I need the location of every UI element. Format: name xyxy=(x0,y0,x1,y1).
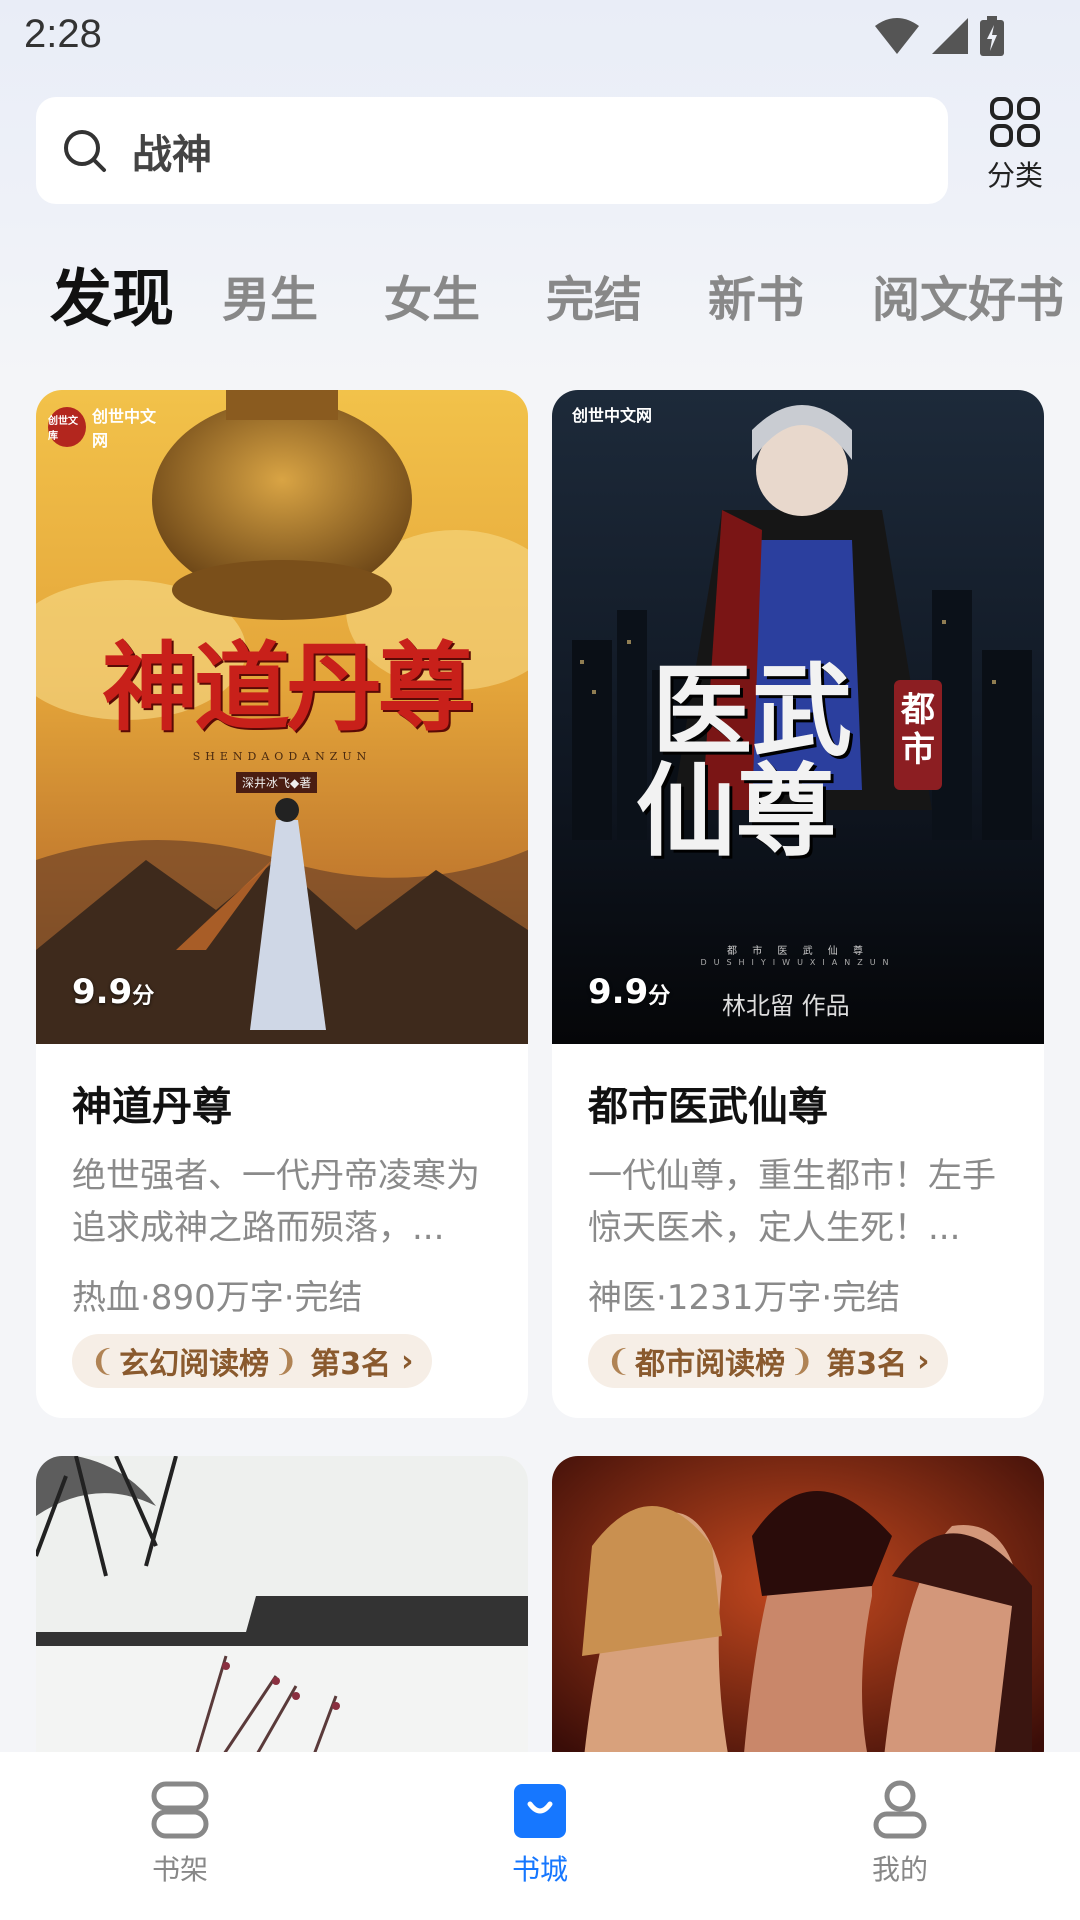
grid-icon xyxy=(990,97,1040,147)
profile-icon xyxy=(873,1780,927,1839)
tab-female[interactable]: 女生 xyxy=(384,260,480,330)
nav-label: 书城 xyxy=(511,1853,568,1886)
score-unit: 分 xyxy=(132,984,155,1009)
cover-author: 林北留 作品 xyxy=(722,992,850,1020)
book-card[interactable] xyxy=(552,1456,1044,1776)
laurel-left-icon: ❨ xyxy=(606,1343,632,1379)
book-description: 绝世强者、一代丹帝凌寒为追求成神之路而殒落，... xyxy=(72,1156,480,1248)
tab-male[interactable]: 男生 xyxy=(222,260,318,330)
cover-subtitle: 都 市 医 武 仙 尊 xyxy=(727,946,869,957)
score-badge: 9.9分 xyxy=(588,972,670,1012)
nav-store[interactable]: 书城 xyxy=(470,1780,610,1888)
cover-pinyin: DUSHIYIWUXIANZUN xyxy=(700,958,896,967)
book-card[interactable] xyxy=(36,1456,528,1776)
cover-title-art: 神道丹尊 xyxy=(102,631,474,744)
book-meta: 热血·890万字·完结 xyxy=(72,1278,363,1318)
store-bag-icon xyxy=(514,1784,566,1838)
battery-charging-icon xyxy=(980,16,1004,56)
nav-bookshelf[interactable]: 书架 xyxy=(110,1780,250,1888)
book-card[interactable]: 创世中文网 医武 仙尊 都市 都 市 医 武 仙 尊 DUSHIYIWUXIAN… xyxy=(552,390,1044,1418)
rank-list-name: 都市阅读榜 xyxy=(635,1347,786,1382)
rank-badge[interactable]: ❨ 都市阅读榜 ❩ 第3名 › xyxy=(588,1334,948,1388)
search-input[interactable]: 战神 xyxy=(36,97,948,204)
category-button[interactable]: 分类 xyxy=(978,96,1052,206)
book-card[interactable]: 创世文库 创世中文网 神道丹尊 SHENDAODANZUN 深井冰飞◆著 9.9… xyxy=(36,390,528,1418)
nav-label: 书架 xyxy=(151,1853,208,1886)
tab-completed[interactable]: 完结 xyxy=(546,260,642,330)
status-icons xyxy=(874,16,1004,56)
search-icon xyxy=(64,129,106,172)
book-title[interactable]: 都市医武仙尊 xyxy=(588,1074,828,1132)
cover-title-art-2: 仙尊 xyxy=(636,752,836,870)
score-value: 9.9 xyxy=(72,972,133,1012)
rank-badge[interactable]: ❨ 玄幻阅读榜 ❩ 第3名 › xyxy=(72,1334,432,1388)
book-cover-art-3 xyxy=(36,1456,528,1776)
laurel-right-icon: ❩ xyxy=(789,1343,815,1379)
rank-list-name: 玄幻阅读榜 xyxy=(119,1347,270,1382)
cover-side-text: 创世文库 xyxy=(48,407,86,447)
cover-logo: 创世中文网 xyxy=(92,407,157,450)
status-bar: 2:28 xyxy=(0,0,1080,78)
tab-new-books[interactable]: 新书 xyxy=(708,260,804,330)
book-meta: 神医·1231万字·完结 xyxy=(588,1278,901,1318)
book-title[interactable]: 神道丹尊 xyxy=(72,1074,232,1132)
book-cover[interactable]: 创世中文网 医武 仙尊 都市 都 市 医 武 仙 尊 DUSHIYIWUXIAN… xyxy=(552,390,1044,1044)
cover-logo: 创世中文网 xyxy=(572,406,653,425)
rank-position: 第3名 xyxy=(826,1347,908,1382)
wifi-icon xyxy=(875,18,919,54)
chevron-right-icon: › xyxy=(917,1343,930,1379)
cover-author: 深井冰飞◆著 xyxy=(236,772,318,793)
cover-tag: 都市 xyxy=(901,690,935,770)
rank-position: 第3名 xyxy=(310,1347,392,1382)
book-cover-art-4 xyxy=(552,1456,1044,1776)
tab-bar: 发现 男生 女生 完结 新书 阅文好书 xyxy=(0,244,1080,335)
laurel-left-icon: ❨ xyxy=(90,1343,116,1379)
book-description: 一代仙尊，重生都市！左手惊天医术，定人生死！... xyxy=(588,1156,996,1248)
category-label: 分类 xyxy=(986,159,1043,192)
status-time: 2:28 xyxy=(24,12,102,56)
cover-pinyin: SHENDAODANZUN xyxy=(192,750,372,763)
signal-icon xyxy=(932,18,968,54)
score-value: 9.9 xyxy=(588,972,649,1012)
chevron-right-icon: › xyxy=(401,1343,414,1379)
tab-discover[interactable]: 发现 xyxy=(50,248,174,338)
tab-good-books[interactable]: 阅文好书 xyxy=(872,260,1064,330)
search-placeholder: 战神 xyxy=(132,131,212,178)
nav-profile[interactable]: 我的 xyxy=(830,1780,970,1888)
score-badge: 9.9分 xyxy=(72,972,154,1012)
bottom-navigation: 书架 书城 我的 xyxy=(0,1752,1080,1920)
bookshelf-icon xyxy=(151,1781,209,1839)
nav-label: 我的 xyxy=(871,1853,928,1886)
book-cover[interactable]: 创世文库 创世中文网 神道丹尊 SHENDAODANZUN 深井冰飞◆著 9.9… xyxy=(36,390,528,1044)
score-unit: 分 xyxy=(648,984,671,1009)
laurel-right-icon: ❩ xyxy=(273,1343,299,1379)
